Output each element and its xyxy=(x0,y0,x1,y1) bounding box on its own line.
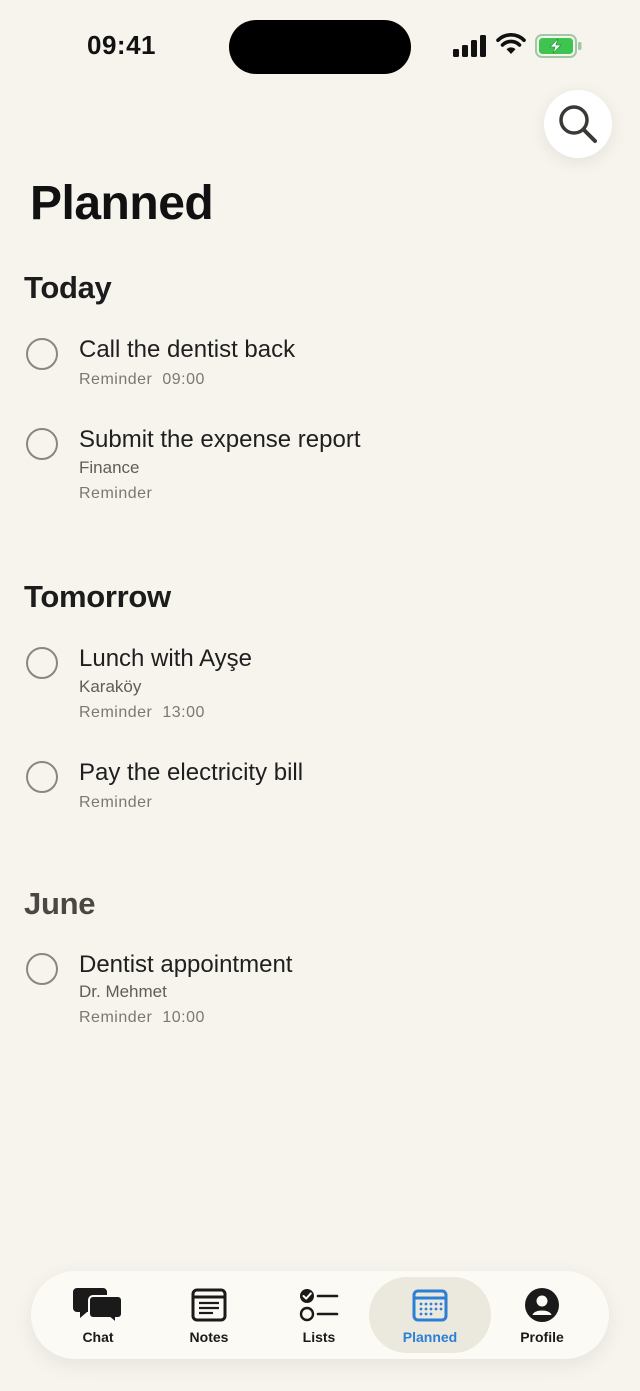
task-reminder: Reminder xyxy=(79,794,152,812)
checklist-icon xyxy=(299,1285,339,1325)
tab-notes[interactable]: Notes xyxy=(154,1277,264,1353)
tab-chat[interactable]: Chat xyxy=(43,1277,153,1353)
tab-label: Chat xyxy=(82,1329,114,1345)
task-checkbox[interactable] xyxy=(26,428,58,460)
magnifier-icon xyxy=(559,105,597,143)
status-bar: 09:41 xyxy=(0,0,640,96)
section-heading-june: June xyxy=(24,886,96,921)
page-title: Planned xyxy=(30,177,214,230)
task-checkbox[interactable] xyxy=(26,761,58,793)
task-title: Pay the electricity bill xyxy=(79,759,304,786)
task-title: Lunch with Ayşe xyxy=(79,645,253,672)
tab-planned[interactable]: Planned xyxy=(369,1277,491,1353)
task-reminder-label: Reminder xyxy=(79,704,153,721)
task-item[interactable]: Pay the electricity bill Reminder xyxy=(0,759,640,817)
task-item[interactable]: Lunch with Ayşe Karaköy Reminder 13:00 xyxy=(0,645,640,727)
tab-lists[interactable]: Lists xyxy=(264,1277,374,1353)
task-item[interactable]: Submit the expense report Finance Remind… xyxy=(0,426,640,508)
task-reminder-time: 13:00 xyxy=(162,704,205,721)
person-icon xyxy=(524,1285,560,1325)
task-checkbox[interactable] xyxy=(26,647,58,679)
task-reminder-label: Reminder xyxy=(79,1009,153,1026)
tab-profile[interactable]: Profile xyxy=(487,1277,597,1353)
task-subtitle: Finance xyxy=(79,458,140,477)
wifi-icon xyxy=(496,33,526,54)
task-title: Submit the expense report xyxy=(79,426,361,453)
task-reminder-time: 10:00 xyxy=(162,1009,205,1026)
task-reminder-label: Reminder xyxy=(79,371,153,388)
task-reminder-label: Reminder xyxy=(79,485,153,502)
tab-bar: Chat Notes Lists Planned Profile xyxy=(31,1271,609,1359)
status-time: 09:41 xyxy=(87,30,156,60)
task-reminder: Reminder xyxy=(79,485,152,503)
tab-label: Profile xyxy=(520,1329,564,1345)
task-reminder-time: 09:00 xyxy=(162,371,205,388)
task-reminder: Reminder 10:00 xyxy=(79,1009,205,1027)
task-checkbox[interactable] xyxy=(26,338,58,370)
task-reminder: Reminder 09:00 xyxy=(79,371,205,389)
calendar-icon xyxy=(412,1285,448,1325)
tab-label: Planned xyxy=(402,1329,458,1345)
section-heading-tomorrow: Tomorrow xyxy=(24,579,171,614)
task-title: Dentist appointment xyxy=(79,951,293,978)
dynamic-island xyxy=(229,20,411,74)
task-item[interactable]: Call the dentist back Reminder 09:00 xyxy=(0,336,640,398)
cellular-signal-icon xyxy=(453,35,486,57)
task-title: Call the dentist back xyxy=(79,336,296,363)
task-subtitle: Dr. Mehmet xyxy=(79,982,167,1001)
note-icon xyxy=(191,1285,227,1325)
task-reminder: Reminder 13:00 xyxy=(79,704,205,722)
task-reminder-label: Reminder xyxy=(79,794,153,811)
tab-label: Notes xyxy=(189,1329,229,1345)
task-item[interactable]: Dentist appointment Dr. Mehmet Reminder 1… xyxy=(0,951,640,1033)
task-checkbox[interactable] xyxy=(26,953,58,985)
chat-bubbles-icon xyxy=(73,1285,123,1325)
tab-label: Lists xyxy=(302,1329,336,1345)
battery-charging-icon xyxy=(535,34,582,58)
section-heading-today: Today xyxy=(24,270,112,305)
search-button[interactable] xyxy=(544,90,612,158)
task-subtitle: Karaköy xyxy=(79,677,142,696)
